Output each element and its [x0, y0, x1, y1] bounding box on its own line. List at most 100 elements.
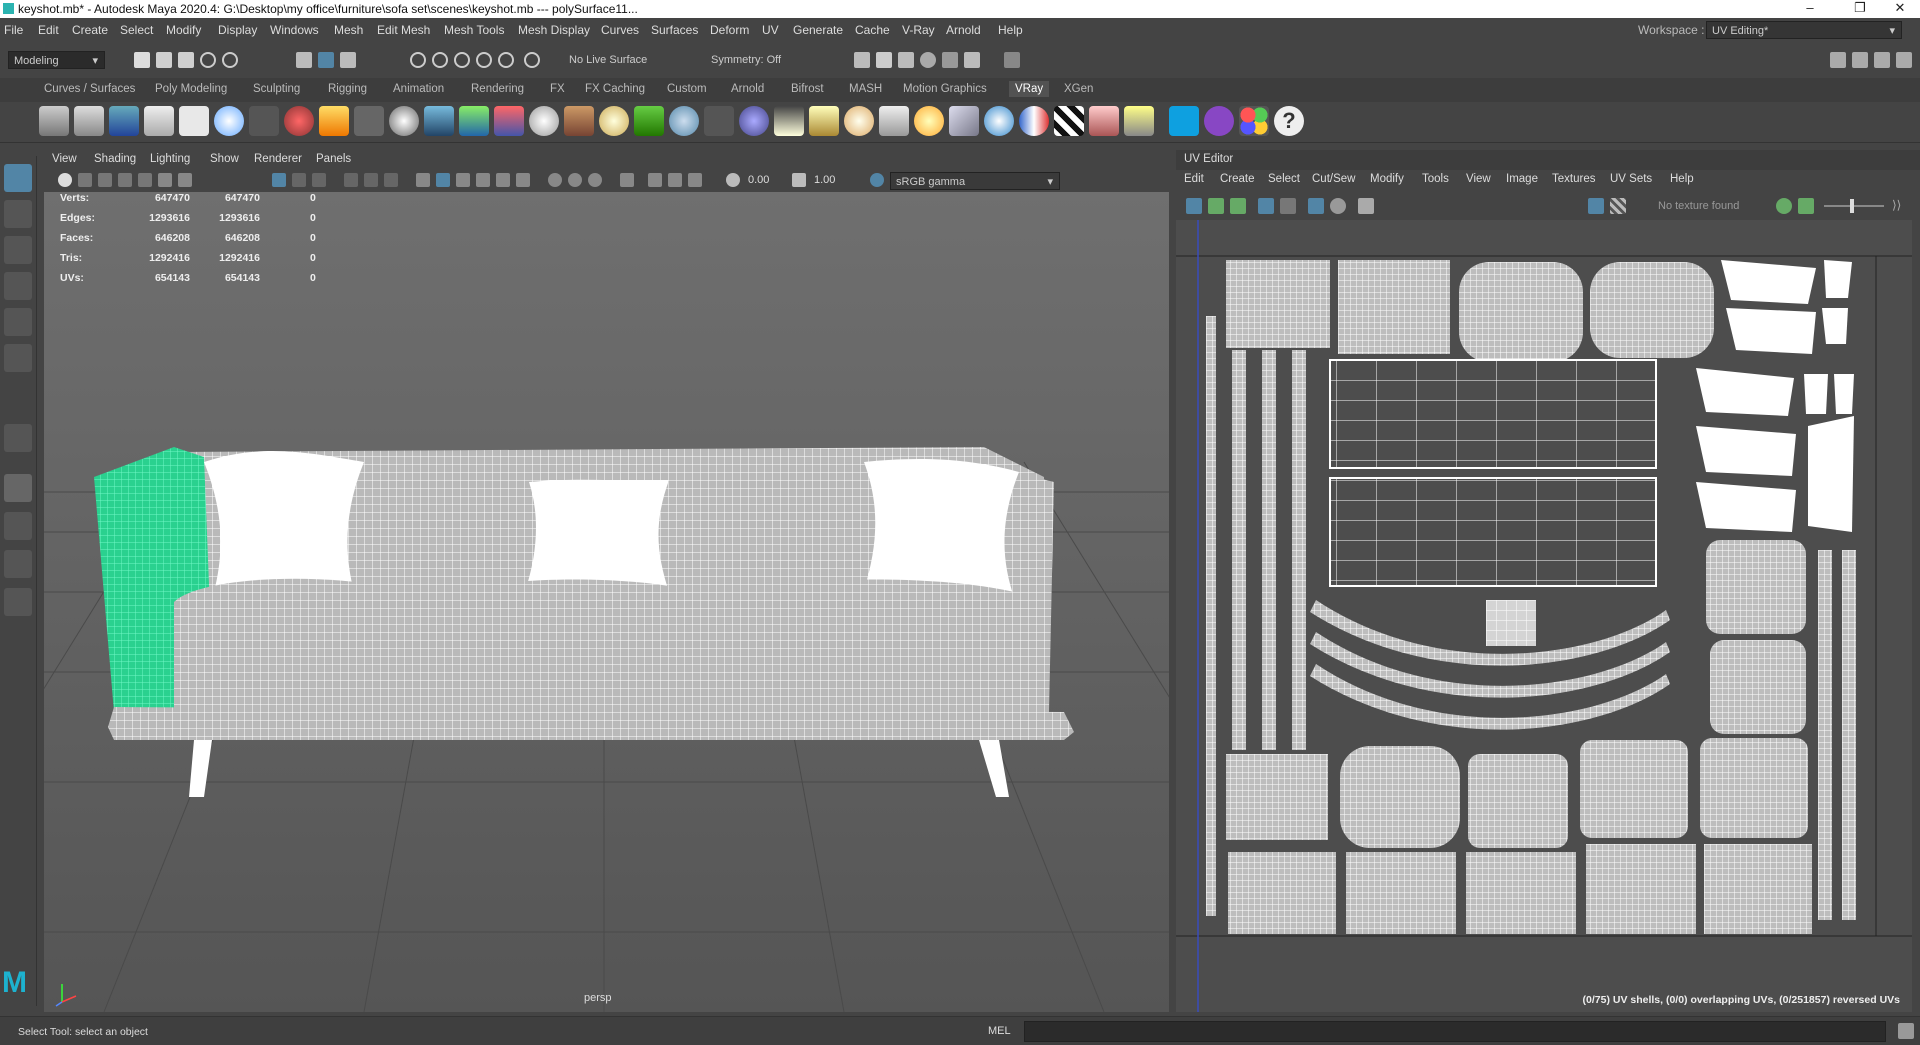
uv-menu-image[interactable]: Image: [1506, 173, 1538, 185]
vray-material-icon[interactable]: [284, 106, 314, 136]
menu-edit-mesh[interactable]: Edit Mesh: [377, 23, 430, 37]
shelf-tab-sculpting[interactable]: Sculpting: [253, 83, 300, 95]
vray-cloud-icon[interactable]: [1169, 106, 1199, 136]
uv-display-icon[interactable]: [1186, 198, 1202, 214]
vray-palette-icon[interactable]: [1204, 106, 1234, 136]
channel-box-icon[interactable]: [1896, 52, 1912, 68]
menu-display[interactable]: Display: [218, 23, 257, 37]
wireframe-icon[interactable]: [416, 173, 430, 187]
minimize-button[interactable]: –: [1790, 0, 1830, 18]
vray-rect-light-icon[interactable]: [949, 106, 979, 136]
uv-checkerboard-icon[interactable]: [1610, 198, 1626, 214]
menu-windows[interactable]: Windows: [270, 23, 319, 37]
vray-light-icon[interactable]: [144, 106, 174, 136]
snap-curve-icon[interactable]: [432, 52, 448, 68]
four-view-layout-icon[interactable]: [4, 512, 32, 540]
vray-gear-icon[interactable]: [669, 106, 699, 136]
xray-components-icon[interactable]: [688, 173, 702, 187]
menu-help[interactable]: Help: [998, 23, 1023, 37]
grid-toggle-icon[interactable]: [272, 173, 286, 187]
shelf-tab-mash[interactable]: MASH: [849, 83, 882, 95]
exposure-icon[interactable]: [726, 173, 740, 187]
render-view-icon[interactable]: [854, 52, 870, 68]
vray-spot-icon[interactable]: [809, 106, 839, 136]
help-icon[interactable]: ?: [1274, 106, 1304, 136]
select-by-hierarchy-icon[interactable]: [296, 52, 312, 68]
bookmark-icon[interactable]: [118, 173, 132, 187]
vray-frame-buffer-icon[interactable]: [109, 106, 139, 136]
shelf-tab-rendering[interactable]: Rendering: [471, 83, 524, 95]
camera-attributes-icon[interactable]: [98, 173, 112, 187]
vray-flag-icon[interactable]: [1019, 106, 1049, 136]
uv-image-display-icon[interactable]: [1588, 198, 1604, 214]
menu-arnold[interactable]: Arnold: [946, 23, 981, 37]
shadows-icon[interactable]: [516, 173, 530, 187]
select-by-component-icon[interactable]: [318, 52, 334, 68]
snap-live-icon[interactable]: [498, 52, 514, 68]
workspace-dropdown[interactable]: UV Editing* ▾: [1706, 21, 1902, 39]
restore-button[interactable]: ❐: [1840, 0, 1880, 18]
vray-color-icon[interactable]: [1239, 106, 1269, 136]
scale-tool-icon[interactable]: [4, 344, 32, 372]
uv-menu-uv-sets[interactable]: UV Sets: [1610, 173, 1652, 185]
vray-dome-light-icon[interactable]: [214, 106, 244, 136]
shelf-tab-motion-graphics[interactable]: Motion Graphics: [903, 83, 987, 95]
hypershade-icon[interactable]: [942, 52, 958, 68]
render-setup-icon[interactable]: [964, 52, 980, 68]
menu-cache[interactable]: Cache: [855, 23, 890, 37]
vray-plane-icon[interactable]: [354, 106, 384, 136]
menu-set-dropdown[interactable]: Modeling ▾: [8, 51, 105, 69]
uv-menu-cut-sew[interactable]: Cut/Sew: [1312, 173, 1355, 185]
symmetry-dropdown[interactable]: Symmetry: Off: [706, 51, 806, 69]
paint-select-tool-icon[interactable]: [4, 236, 32, 264]
uv-menu-view[interactable]: View: [1466, 173, 1491, 185]
shelf-tab-animation[interactable]: Animation: [393, 83, 444, 95]
viewport-menu-show[interactable]: Show: [210, 153, 239, 165]
uv-distortion-icon[interactable]: [1208, 198, 1224, 214]
vray-ipr-icon[interactable]: [74, 106, 104, 136]
textured-icon[interactable]: [476, 173, 490, 187]
tool-settings-icon[interactable]: [1874, 52, 1890, 68]
vray-fire-icon[interactable]: [319, 106, 349, 136]
uv-menu-modify[interactable]: Modify: [1370, 173, 1404, 185]
rotate-tool-icon[interactable]: [4, 308, 32, 336]
uv-menu-tools[interactable]: Tools: [1422, 173, 1449, 185]
menu-modify[interactable]: Modify: [166, 23, 201, 37]
shelf-tab-custom[interactable]: Custom: [667, 83, 707, 95]
attribute-editor-icon[interactable]: [1852, 52, 1868, 68]
undo-icon[interactable]: [200, 52, 216, 68]
vray-terrain-icon[interactable]: [459, 106, 489, 136]
snap-view-plane-icon[interactable]: [476, 52, 492, 68]
vray-omni-light-icon[interactable]: [844, 106, 874, 136]
camera-lock-icon[interactable]: [78, 173, 92, 187]
menu-generate[interactable]: Generate: [793, 23, 843, 37]
render-frame-icon[interactable]: [876, 52, 892, 68]
modeling-toolkit-icon[interactable]: [1830, 52, 1846, 68]
uv-color-icon[interactable]: [1776, 198, 1792, 214]
menu-mesh-display[interactable]: Mesh Display: [518, 23, 590, 37]
image-plane-icon[interactable]: [138, 173, 152, 187]
uv-shaded-icon[interactable]: [1230, 198, 1246, 214]
anti-aliasing-icon[interactable]: [588, 173, 602, 187]
menu-surfaces[interactable]: Surfaces: [651, 23, 698, 37]
viewport-menu-panels[interactable]: Panels: [316, 153, 351, 165]
shelf-tab-vray[interactable]: VRay: [1009, 81, 1050, 97]
default-material-icon[interactable]: [456, 173, 470, 187]
ambient-occlusion-icon[interactable]: [548, 173, 562, 187]
command-line-input[interactable]: [1024, 1021, 1886, 1042]
vray-render-icon[interactable]: [39, 106, 69, 136]
redo-icon[interactable]: [222, 52, 238, 68]
script-editor-icon[interactable]: [1898, 1023, 1914, 1039]
menu-file[interactable]: File: [4, 23, 23, 37]
viewport-menu-renderer[interactable]: Renderer: [254, 153, 302, 165]
vray-sphere-icon[interactable]: [389, 106, 419, 136]
vray-moon-icon[interactable]: [529, 106, 559, 136]
gamma-icon[interactable]: [792, 173, 806, 187]
select-by-object-icon[interactable]: [340, 52, 356, 68]
close-button[interactable]: ✕: [1880, 0, 1920, 18]
uv-menu-select[interactable]: Select: [1268, 173, 1300, 185]
select-tool-icon[interactable]: [4, 164, 32, 192]
vray-globe-icon[interactable]: [599, 106, 629, 136]
snap-point-icon[interactable]: [454, 52, 470, 68]
shelf-tab-poly-modeling[interactable]: Poly Modeling: [155, 83, 227, 95]
